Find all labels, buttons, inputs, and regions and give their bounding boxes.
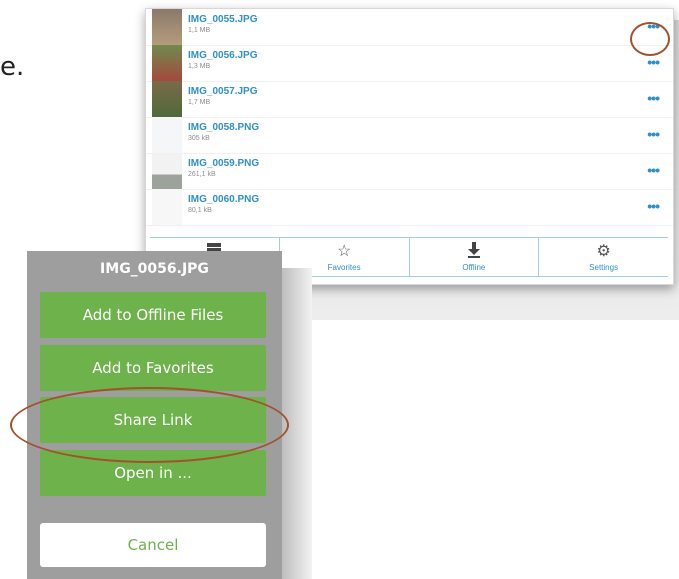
add-to-offline-files-button[interactable]: Add to Offline Files (40, 292, 266, 338)
more-options-button[interactable]: ••• (647, 198, 660, 214)
gear-icon: ⚙ (596, 243, 611, 260)
more-options-button[interactable]: ••• (647, 54, 660, 70)
list-item[interactable]: IMG_0059.PNG 261,1 kB ••• (146, 153, 673, 190)
file-size: 1,3 MB (188, 63, 211, 70)
list-item[interactable]: IMG_0057.JPG 1,7 MB ••• (146, 81, 673, 118)
file-size: 305 kB (188, 135, 210, 142)
partial-caption-text: e. (0, 52, 25, 82)
file-list-panel: IMG_0055.JPG 1,1 MB ••• IMG_0056.JPG 1,3… (145, 8, 674, 285)
tab-settings[interactable]: ⚙ Settings (539, 238, 668, 276)
file-size: 1,7 MB (188, 99, 211, 106)
list-item[interactable]: IMG_0060.PNG 80,1 kB ••• (146, 189, 673, 226)
file-name: IMG_0055.JPG (188, 14, 258, 25)
file-thumbnail (152, 117, 182, 153)
highlight-circle (10, 387, 289, 463)
more-options-button[interactable]: ••• (647, 126, 660, 142)
file-name: IMG_0058.PNG (188, 122, 260, 133)
file-name: IMG_0056.JPG (188, 50, 258, 61)
add-to-favorites-button[interactable]: Add to Favorites (40, 345, 266, 391)
list-item[interactable]: IMG_0056.JPG 1,3 MB ••• (146, 45, 673, 82)
file-name: IMG_0057.JPG (188, 86, 258, 97)
file-size: 80,1 kB (188, 207, 212, 214)
list-item[interactable]: IMG_0055.JPG 1,1 MB ••• (146, 9, 673, 46)
file-thumbnail (152, 153, 182, 189)
list-item[interactable]: IMG_0058.PNG 305 kB ••• (146, 117, 673, 154)
file-thumbnail (152, 9, 182, 45)
more-options-button[interactable]: ••• (647, 90, 660, 106)
highlight-circle (630, 22, 670, 56)
file-size: 1,1 MB (188, 27, 211, 34)
download-icon (410, 241, 539, 263)
more-options-button[interactable]: ••• (647, 162, 660, 178)
file-name: IMG_0059.PNG (188, 158, 260, 169)
file-thumbnail (152, 189, 182, 225)
tab-offline[interactable]: Offline (410, 238, 540, 276)
tab-label: Settings (589, 263, 619, 272)
file-size: 261,1 kB (188, 171, 216, 178)
file-thumbnail (152, 45, 182, 81)
file-thumbnail (152, 81, 182, 117)
sheet-title: IMG_0056.JPG (100, 261, 209, 277)
tab-label: Offline (462, 263, 486, 272)
star-icon: ☆ (336, 243, 352, 260)
cancel-button[interactable]: Cancel (40, 523, 266, 567)
file-name: IMG_0060.PNG (188, 194, 260, 205)
